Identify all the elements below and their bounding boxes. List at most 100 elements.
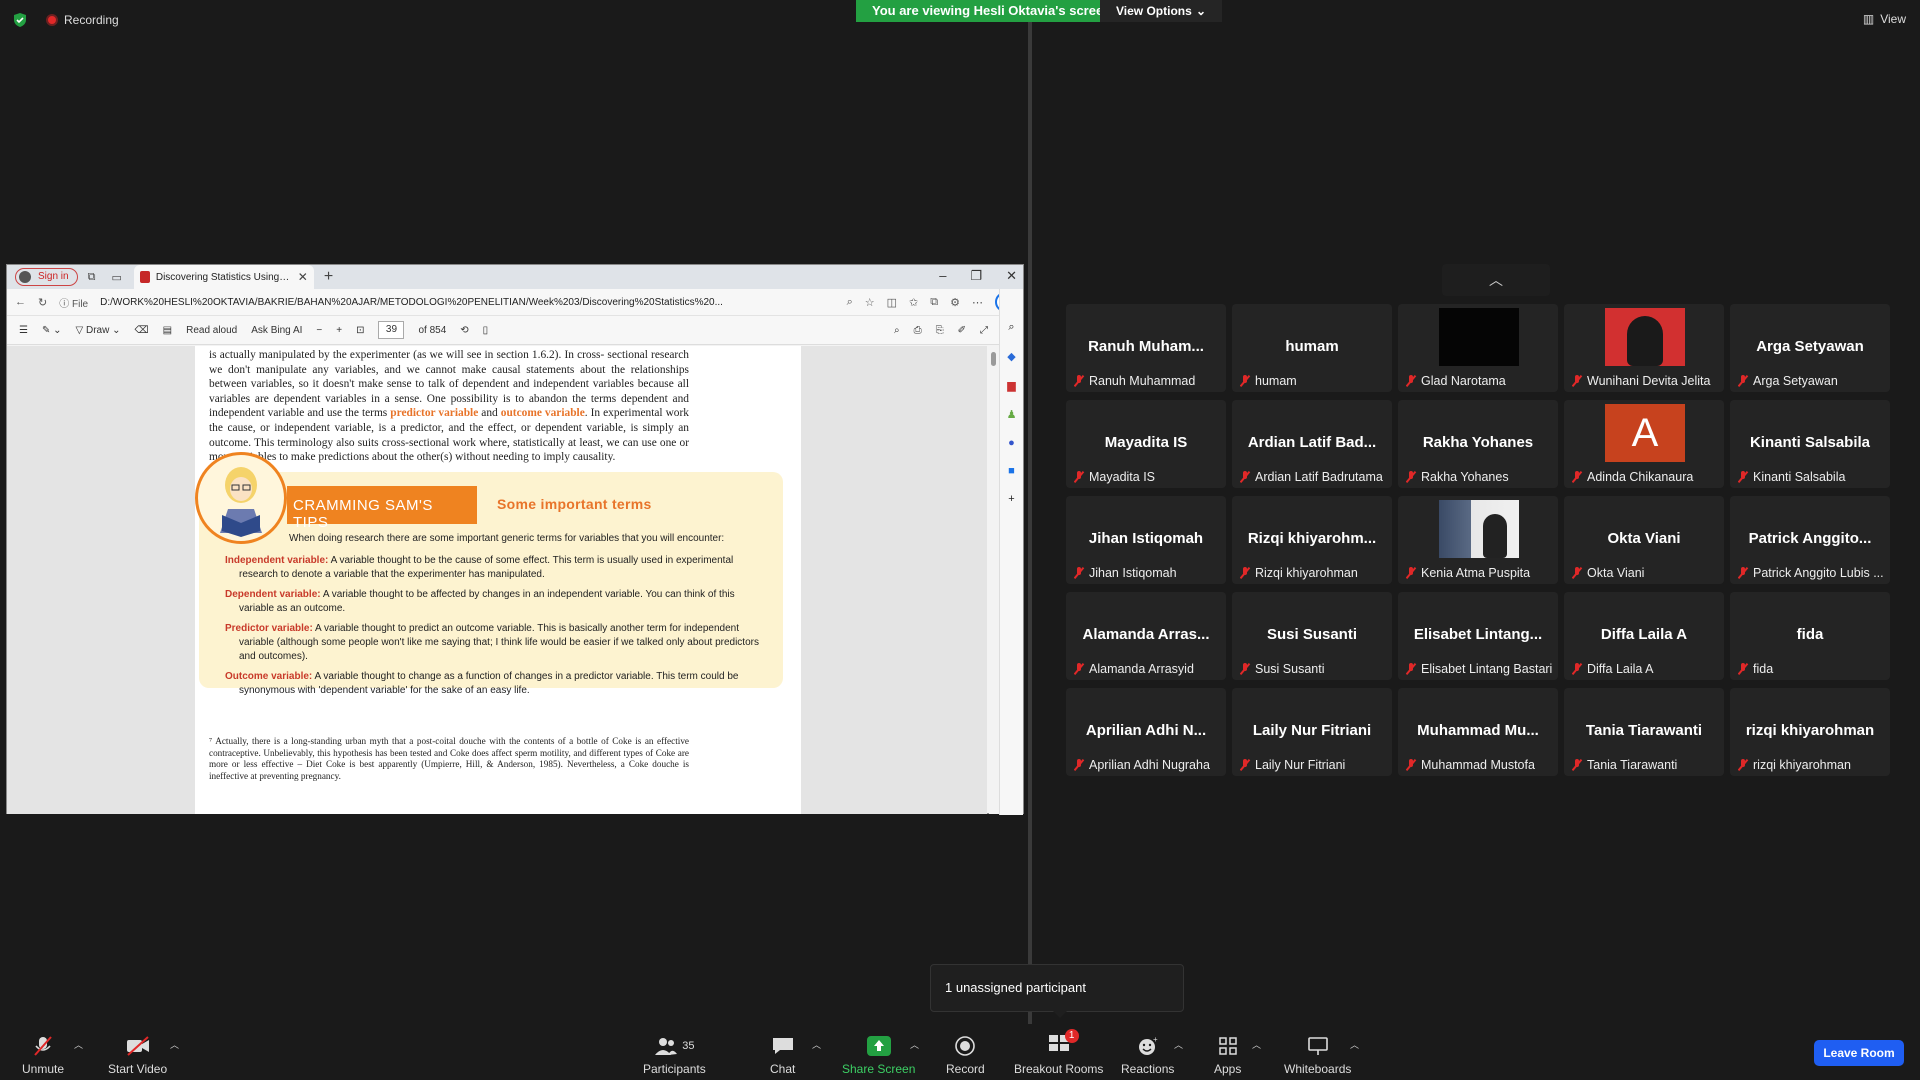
participant-tile[interactable]: humam humam — [1232, 304, 1392, 392]
muted-microphone-icon — [1572, 663, 1582, 675]
participant-tile[interactable]: Diffa Laila A Diffa Laila A — [1564, 592, 1724, 680]
sidebar-tag-icon[interactable]: ◆ — [1007, 350, 1015, 363]
fit-page-icon[interactable]: ⊡ — [356, 325, 364, 336]
scrollbar-thumb[interactable] — [991, 352, 996, 366]
zoom-out-icon[interactable]: − — [316, 325, 322, 336]
participant-tile[interactable]: Rizqi khiyarohm... Rizqi khiyarohman — [1232, 496, 1392, 584]
view-options-button[interactable]: View Options ⌄ — [1100, 0, 1222, 22]
sidebar-search-icon[interactable]: ⌕ — [1008, 321, 1014, 334]
chat-options-caret[interactable]: ︿ — [812, 1038, 821, 1051]
workspaces-icon[interactable]: ⧉ — [88, 271, 96, 284]
read-aloud-button[interactable]: Read aloud — [186, 325, 237, 336]
participant-tile[interactable]: Ardian Latif Bad... Ardian Latif Badrutam… — [1232, 400, 1392, 488]
participant-tile[interactable]: Jihan Istiqomah Jihan Istiqomah — [1066, 496, 1226, 584]
participant-tile[interactable]: Susi Susanti Susi Susanti — [1232, 592, 1392, 680]
participant-tile[interactable]: Glad Narotama — [1398, 304, 1558, 392]
sidebar-outlook-icon[interactable]: ■ — [1008, 465, 1015, 477]
record-button[interactable]: Record — [946, 1030, 985, 1076]
participant-tile[interactable]: Arga Setyawan Arga Setyawan — [1730, 304, 1890, 392]
participant-tile[interactable]: Patrick Anggito... Patrick Anggito Lubis … — [1730, 496, 1890, 584]
split-divider[interactable] — [1028, 22, 1032, 1032]
draw-button[interactable]: ▽ Draw ⌄ — [76, 325, 121, 336]
split-screen-icon[interactable]: ◫ — [887, 296, 897, 309]
tab-actions-icon[interactable]: ▭ — [111, 271, 121, 284]
meeting-toolbar: Unmute ︿ Start Video ︿ 35 Participants C… — [0, 1024, 1920, 1080]
fullscreen-icon[interactable]: ⤢ — [980, 325, 988, 336]
ask-bing-button[interactable]: Ask Bing AI — [251, 325, 302, 336]
pdf-viewport[interactable]: is actually manipulated by the experimen… — [7, 346, 987, 814]
sidebar-tools-icon[interactable]: ▆ — [1007, 379, 1015, 392]
participant-tile[interactable]: Muhammad Mu... Muhammad Mustofa — [1398, 688, 1558, 776]
pdf-scrollbar[interactable] — [989, 346, 999, 814]
new-tab-icon[interactable]: + — [324, 268, 333, 286]
participant-tile[interactable]: Mayadita IS Mayadita IS — [1066, 400, 1226, 488]
gallery-page-up-button[interactable]: ︿ — [1442, 264, 1550, 296]
minimize-icon[interactable]: – — [939, 268, 946, 284]
participant-tile[interactable]: A Adinda Chikanaura — [1564, 400, 1724, 488]
contents-icon[interactable]: ☰ — [19, 325, 28, 336]
highlight-icon[interactable]: ✎ ⌄ — [42, 325, 62, 336]
participant-tile[interactable]: fida fida — [1730, 592, 1890, 680]
participant-tile[interactable]: Kenia Atma Puspita — [1398, 496, 1558, 584]
apps-options-caret[interactable]: ︿ — [1252, 1038, 1261, 1051]
more-icon[interactable]: ⋯ — [972, 296, 983, 309]
audio-options-caret[interactable]: ︿ — [74, 1038, 83, 1051]
page-number-input[interactable]: 39 — [378, 321, 405, 339]
sign-in-button[interactable]: Sign in — [15, 268, 78, 286]
collections-icon[interactable]: ⧉ — [930, 296, 938, 309]
favorites-icon[interactable]: ✩ — [909, 296, 918, 309]
reactions-button[interactable]: + Reactions — [1121, 1030, 1174, 1076]
browser-tab[interactable]: Discovering Statistics Using SPSS ✕ — [133, 265, 314, 289]
save-as-icon[interactable]: ✐ — [958, 325, 966, 336]
zoom-in-icon[interactable]: + — [336, 325, 342, 336]
security-shield-icon[interactable] — [12, 12, 28, 28]
participant-tile[interactable]: Laily Nur Fitriani Laily Nur Fitriani — [1232, 688, 1392, 776]
participant-tile[interactable]: Kinanti Salsabila Kinanti Salsabila — [1730, 400, 1890, 488]
recording-indicator[interactable]: Recording — [46, 13, 119, 27]
page-view-icon[interactable]: ▯ — [483, 325, 489, 336]
unmute-button[interactable]: Unmute — [22, 1030, 64, 1076]
zoom-icon[interactable]: ⌕ — [847, 296, 853, 309]
text-icon[interactable]: ▤ — [163, 325, 172, 336]
maximize-icon[interactable]: ❐ — [970, 268, 982, 284]
reactions-options-caret[interactable]: ︿ — [1174, 1038, 1183, 1051]
participant-tile[interactable]: Okta Viani Okta Viani — [1564, 496, 1724, 584]
search-icon[interactable]: ⌕ — [894, 325, 900, 336]
participant-tile[interactable]: Ranuh Muham... Ranuh Muhammad — [1066, 304, 1226, 392]
apps-button[interactable]: Apps — [1214, 1030, 1241, 1076]
close-tab-icon[interactable]: ✕ — [298, 270, 308, 284]
chat-button[interactable]: Chat — [770, 1030, 795, 1076]
extensions-icon[interactable]: ⚙ — [950, 296, 960, 309]
start-video-button[interactable]: Start Video — [108, 1030, 167, 1076]
save-icon[interactable]: ⎘ — [936, 325, 944, 336]
participant-tile[interactable]: Wunihani Devita Jelita — [1564, 304, 1724, 392]
close-window-icon[interactable]: ✕ — [1006, 268, 1017, 284]
share-screen-button[interactable]: Share Screen — [842, 1030, 915, 1076]
pdf-page: is actually manipulated by the experimen… — [195, 346, 801, 814]
sidebar-add-icon[interactable]: + — [1008, 493, 1014, 505]
sidebar-games-icon[interactable]: ♟ — [1007, 408, 1017, 421]
refresh-icon[interactable]: ↻ — [38, 296, 47, 309]
rotate-icon[interactable]: ⟲ — [460, 325, 468, 336]
video-options-caret[interactable]: ︿ — [170, 1038, 179, 1051]
file-chip[interactable]: ⓘ File — [59, 295, 88, 310]
view-button[interactable]: ▥ View — [1863, 12, 1906, 26]
leave-room-button[interactable]: Leave Room — [1814, 1040, 1904, 1066]
back-icon[interactable]: ← — [15, 296, 26, 308]
whiteboards-button[interactable]: Whiteboards — [1284, 1030, 1351, 1076]
participant-tile[interactable]: Elisabet Lintang... Elisabet Lintang Bast… — [1398, 592, 1558, 680]
participant-tile[interactable]: rizqi khiyarohman rizqi khiyarohman — [1730, 688, 1890, 776]
sidebar-office-icon[interactable]: ● — [1008, 437, 1015, 449]
participant-tile[interactable]: Tania Tiarawanti Tania Tiarawanti — [1564, 688, 1724, 776]
participant-tile[interactable]: Alamanda Arras... Alamanda Arrasyid — [1066, 592, 1226, 680]
whiteboards-options-caret[interactable]: ︿ — [1350, 1038, 1359, 1051]
participant-tile[interactable]: Rakha Yohanes Rakha Yohanes — [1398, 400, 1558, 488]
favorite-star-icon[interactable]: ☆ — [865, 296, 875, 309]
eraser-icon[interactable]: ⌫ — [135, 325, 149, 336]
breakout-rooms-button[interactable]: 1 Breakout Rooms — [1014, 1029, 1103, 1076]
url-field[interactable]: D:/WORK%20HESLI%20OKTAVIA/BAKRIE/BAHAN%2… — [100, 297, 834, 308]
print-icon[interactable]: ⎙ — [914, 325, 922, 336]
share-options-caret[interactable]: ︿ — [910, 1038, 919, 1051]
participants-button[interactable]: 35 Participants — [643, 1030, 706, 1076]
participant-tile[interactable]: Aprilian Adhi N... Aprilian Adhi Nugraha — [1066, 688, 1226, 776]
